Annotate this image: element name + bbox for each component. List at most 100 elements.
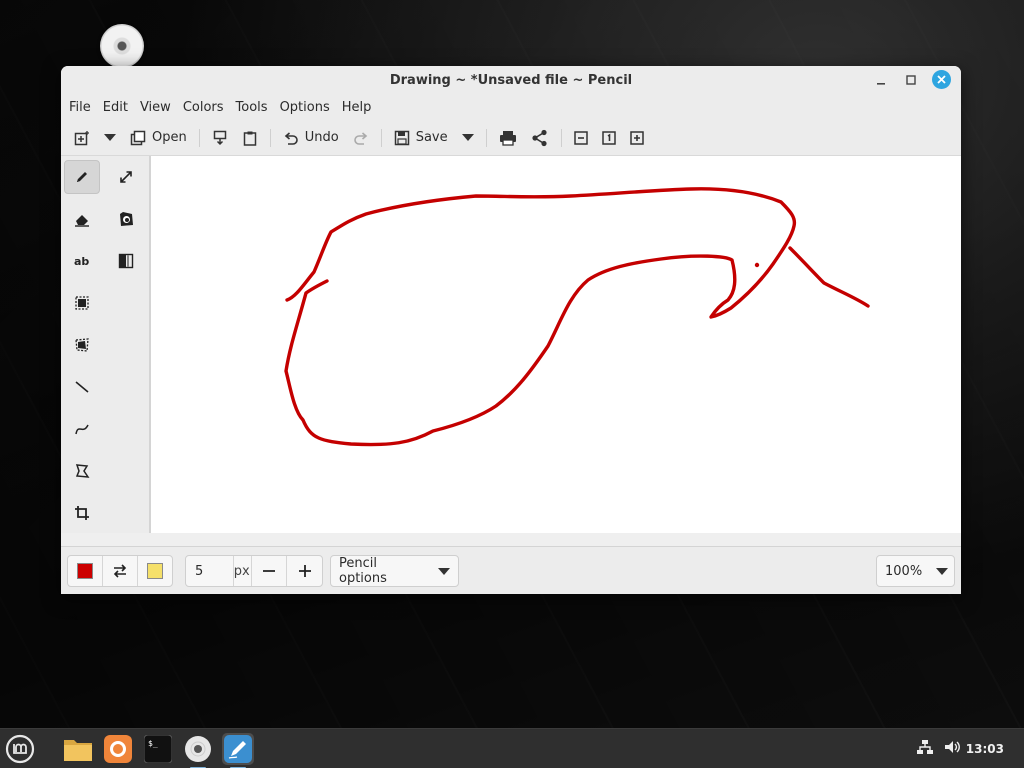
tool-options-dropdown[interactable]: Pencil options [330,555,459,587]
zoom-original-icon [601,130,616,145]
title-bar[interactable]: Drawing ~ *Unsaved file ~ Pencil [61,66,961,94]
share-icon [532,129,547,146]
new-menu-dropdown[interactable] [97,124,123,152]
main-color-button[interactable] [68,556,103,586]
menu-view[interactable]: View [134,100,177,115]
shape-icon [75,464,90,478]
main-color-swatch [77,563,93,579]
drawing-app-icon [224,735,252,763]
chevron-down-icon [438,567,450,575]
crop-icon [75,506,89,520]
filters-icon [118,253,134,269]
pencil-stroke-main [284,187,797,447]
drawing-window: Drawing ~ *Unsaved file ~ Pencil File Ed… [61,66,961,594]
secondary-color-swatch [147,563,163,579]
zoom-out-icon [573,130,588,145]
taskbar: $_ 13:03 [0,728,1024,768]
new-image-button[interactable] [67,124,97,152]
drawing-surface [284,187,870,447]
disc-launcher[interactable] [182,733,214,768]
text-icon: ab [74,255,89,268]
share-button[interactable] [524,124,556,152]
print-button[interactable] [492,124,524,152]
zoom-original-button[interactable] [595,124,623,152]
files-launcher[interactable] [62,733,94,765]
clock[interactable]: 13:03 [966,729,1004,768]
menu-file[interactable]: File [63,100,97,115]
toolbar: Open Undo Save [61,120,961,156]
crop-tool[interactable] [64,496,100,530]
minimize-icon[interactable] [872,71,890,89]
import-button[interactable] [205,124,235,152]
window-title: Drawing ~ *Unsaved file ~ Pencil [389,72,633,88]
toolbar-separator [560,128,562,147]
pencil-stroke-tail [788,246,870,308]
start-menu-button[interactable] [4,733,36,765]
save-menu-dropdown[interactable] [455,124,481,152]
curve-icon [75,424,89,435]
color-selector-group [67,555,173,587]
firefox-launcher[interactable] [102,733,134,765]
new-image-icon [74,130,89,145]
drawing-app-launcher[interactable] [222,733,254,768]
tools-panel: ab [61,156,150,533]
secondary-color-button[interactable] [138,556,172,586]
svg-text:ab: ab [74,255,89,268]
rect-select-tool[interactable] [64,286,100,320]
menu-tools[interactable]: Tools [230,100,274,115]
undo-icon [284,131,298,145]
zoom-in-icon [629,130,644,145]
zoom-out-button[interactable] [567,124,595,152]
eraser-tool[interactable] [64,202,100,236]
drawing-canvas[interactable] [150,156,961,533]
redo-button[interactable] [346,124,376,152]
expand-icon [120,171,132,183]
filters-tool[interactable] [108,244,144,278]
zoom-in-button[interactable] [623,124,651,152]
open-icon [130,130,146,145]
color-picker-icon [120,212,133,226]
eraser-icon [75,215,89,227]
toolbar-separator [269,128,271,147]
line-tool[interactable] [64,370,100,404]
pencil-tool[interactable] [64,160,100,194]
terminal-icon: $_ [144,735,172,763]
free-select-tool[interactable] [64,328,100,362]
maximize-icon[interactable] [902,71,920,89]
terminal-launcher[interactable]: $_ [142,733,174,765]
zoom-label: 100% [885,563,923,579]
mint-logo-icon [5,734,35,764]
shape-tool[interactable] [64,454,100,488]
undo-button[interactable]: Undo [276,124,346,152]
desktop-disc-icon[interactable] [100,24,144,68]
menu-bar: File Edit View Colors Tools Options Help [61,94,961,120]
toolbar-separator [485,128,487,147]
network-icon[interactable] [916,739,934,759]
workspace: ab [61,156,961,533]
save-label: Save [415,130,448,145]
window-controls [872,70,951,89]
zoom-dropdown[interactable]: 100% [876,555,955,587]
menu-edit[interactable]: Edit [97,100,134,115]
open-label: Open [152,130,187,145]
redo-icon [353,131,367,145]
size-increase-button[interactable] [287,556,322,586]
paste-button[interactable] [235,124,265,152]
size-decrease-button[interactable] [252,556,288,586]
save-button[interactable]: Save [387,124,455,152]
menu-options[interactable]: Options [274,100,336,115]
open-button[interactable]: Open [123,124,194,152]
volume-icon[interactable] [944,739,962,759]
close-icon[interactable] [932,70,951,89]
color-picker-tool[interactable] [108,202,144,236]
exchange-colors-button[interactable] [103,556,138,586]
folder-icon [64,740,92,761]
rect-select-icon [75,296,89,310]
size-input[interactable]: 5 [186,556,234,586]
firefox-icon [104,735,132,763]
menu-help[interactable]: Help [336,100,378,115]
text-tool[interactable]: ab [64,244,100,278]
menu-colors[interactable]: Colors [177,100,230,115]
curve-tool[interactable] [64,412,100,446]
expand-tool[interactable] [108,160,144,194]
